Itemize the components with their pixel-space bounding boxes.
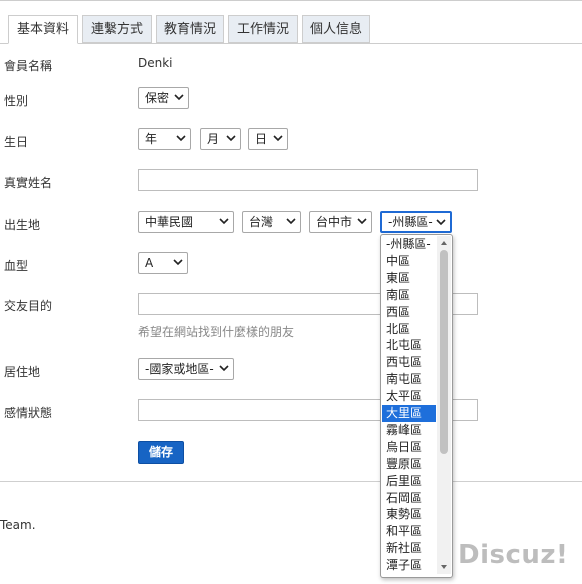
realname-label: 真實姓名 <box>4 176 53 190</box>
district-option[interactable]: 石岡區 <box>382 490 436 507</box>
tab-label: 工作情況 <box>236 22 289 37</box>
chevron-down-icon <box>219 218 229 225</box>
district-option[interactable]: 北區 <box>382 321 436 338</box>
district-option[interactable]: 中區 <box>382 253 436 270</box>
chevron-down-icon <box>273 135 283 142</box>
birthday-label: 生日 <box>4 135 29 149</box>
chevron-down-icon <box>357 218 367 225</box>
username-value: Denki <box>138 56 173 70</box>
birth-year-value: 年 <box>145 132 158 146</box>
chevron-down-icon <box>286 218 296 225</box>
footer-divider <box>0 481 582 482</box>
tab-label: 連繫方式 <box>90 22 143 37</box>
birthplace-label: 出生地 <box>4 218 41 232</box>
chevron-down-icon <box>436 219 446 226</box>
scroll-up-icon[interactable] <box>440 239 448 247</box>
birth-province-value: 台灣 <box>249 215 274 229</box>
district-option[interactable]: 大里區 <box>382 405 436 422</box>
save-button[interactable]: 儲存 <box>138 441 184 464</box>
affective-label: 感情狀態 <box>4 406 53 420</box>
chevron-down-icon <box>173 259 183 266</box>
gender-select-value: 保密 <box>145 91 170 105</box>
bloodtype-value: A <box>145 256 154 270</box>
username-label: 會員名稱 <box>4 59 53 73</box>
lookingfor-hint: 希望在網站找到什麼樣的朋友 <box>138 325 295 339</box>
birth-month-value: 月 <box>207 132 220 146</box>
residence-select[interactable]: -國家或地區- <box>138 358 234 380</box>
tab-label: 個人信息 <box>309 22 362 37</box>
district-option[interactable]: 西區 <box>382 304 436 321</box>
bloodtype-select[interactable]: A <box>138 252 188 274</box>
district-option[interactable]: 豐原區 <box>382 456 436 473</box>
birth-month-select[interactable]: 月 <box>200 128 241 150</box>
district-dropdown-list: -州縣區- 中區 東區 南區 西區 北區 北屯區 西屯區 南屯區 太平區 大里區 霧峰區 烏日區 豐原區后… <box>380 234 453 578</box>
chevron-down-icon <box>226 135 236 142</box>
district-option[interactable]: 霧峰區 <box>382 422 436 439</box>
district-option[interactable]: 和平區 <box>382 523 436 540</box>
footer-team-text: Team. <box>0 518 36 532</box>
scrollbar-thumb[interactable] <box>440 250 448 454</box>
district-option[interactable]: 東區 <box>382 270 436 287</box>
district-option[interactable]: -州縣區- <box>382 236 436 253</box>
birth-city-select[interactable]: 台中市 <box>309 211 372 233</box>
district-option[interactable]: 烏日區 <box>382 439 436 456</box>
district-option[interactable]: 北屯區 <box>382 337 436 354</box>
gender-label: 性別 <box>4 94 29 108</box>
birth-country-value: 中華民國 <box>145 215 194 229</box>
birth-year-select[interactable]: 年 <box>138 128 191 150</box>
district-option[interactable]: 東勢區 <box>382 506 436 523</box>
tab-contact[interactable]: 連繫方式 <box>82 15 152 43</box>
dropdown-scrollbar[interactable] <box>437 236 451 574</box>
tab-bar-border <box>0 43 582 44</box>
tab-label: 基本資料 <box>16 22 69 37</box>
district-option[interactable]: 南屯區 <box>382 371 436 388</box>
profile-tab-bar: 基本資料 連繫方式 教育情況 工作情況 個人信息 <box>0 0 582 44</box>
district-option[interactable]: 太平區 <box>382 388 436 405</box>
district-option[interactable]: 新社區 <box>382 540 436 557</box>
birth-city-value: 台中市 <box>316 215 353 229</box>
chevron-down-icon <box>174 94 184 101</box>
lookingfor-label: 交友目的 <box>4 299 53 313</box>
district-option[interactable]: 西屯區 <box>382 354 436 371</box>
chevron-down-icon <box>219 365 229 372</box>
top-border <box>0 0 582 1</box>
tab-education[interactable]: 教育情況 <box>156 15 224 43</box>
birth-day-select[interactable]: 日 <box>248 128 288 150</box>
gender-select[interactable]: 保密 <box>138 87 189 109</box>
tab-label: 教育情況 <box>163 22 216 37</box>
residence-value: -國家或地區- <box>145 362 214 376</box>
discuz-logo: Discuz! <box>458 540 569 570</box>
scroll-down-icon[interactable] <box>440 563 448 571</box>
bloodtype-label: 血型 <box>4 259 29 273</box>
tab-work[interactable]: 工作情況 <box>228 15 298 43</box>
district-option[interactable]: 后里區 <box>382 473 436 490</box>
realname-input[interactable] <box>138 169 478 191</box>
district-option[interactable]: 潭子區 <box>382 557 436 574</box>
birth-day-value: 日 <box>255 132 268 146</box>
birth-province-select[interactable]: 台灣 <box>242 211 301 233</box>
tab-basic-info[interactable]: 基本資料 <box>8 15 78 44</box>
district-option[interactable]: 南區 <box>382 287 436 304</box>
tab-personal[interactable]: 個人信息 <box>302 15 370 43</box>
residence-label: 居住地 <box>4 365 41 379</box>
chevron-down-icon <box>176 135 186 142</box>
birth-country-select[interactable]: 中華民國 <box>138 211 234 233</box>
birth-district-select[interactable]: -州縣區- <box>380 211 452 233</box>
birth-district-value: -州縣區- <box>388 215 433 229</box>
